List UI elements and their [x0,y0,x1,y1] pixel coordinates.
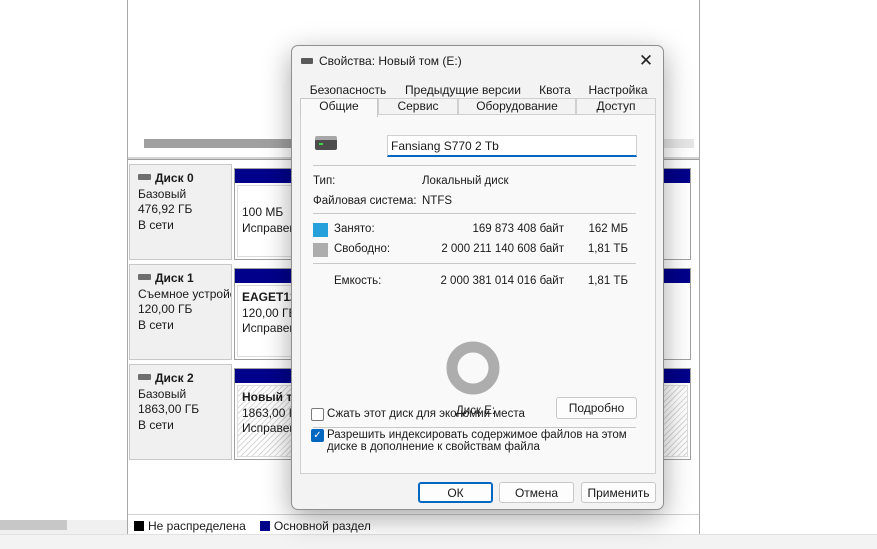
partition-type-bar [235,269,295,283]
partition-body: 100 МБ Исправен [237,185,293,257]
divider [313,213,636,214]
disk-icon [138,273,151,280]
tab-hardware[interactable]: Оборудование [458,98,576,115]
drive-icon [315,136,337,150]
partition-status: Исправен [242,421,293,435]
disk-size: 120,00 ГБ [138,302,193,316]
disk-label[interactable]: Диск 2 Базовый 1863,00 ГБ В сети [129,364,232,460]
scrollbar-thumb[interactable] [144,139,294,148]
details-button[interactable]: Подробно [556,397,637,419]
capacity-bytes: 2 000 381 014 016 байт [440,275,564,287]
tab-general[interactable]: Общие [300,98,378,117]
compress-label: Сжать этот диск для экономии места [327,408,525,420]
filesystem-label: Файловая система: [313,195,417,207]
index-label: Разрешить индексировать содержимое файло… [327,429,627,453]
ok-button[interactable]: ОК [418,482,493,503]
index-label-line1: Разрешить индексировать содержимое файло… [327,429,627,441]
partition-body: Новый том 1863,00 ГБ Исправен [237,385,293,457]
disk-type: Базовый [138,386,187,401]
compress-checkbox[interactable] [311,408,324,421]
index-option[interactable]: ✓ Разрешить индексировать содержимое фай… [311,429,627,453]
drive-icon [301,58,313,64]
tab-sharing[interactable]: Доступ [576,98,656,115]
disk-name: Диск 0 [155,171,194,185]
unallocated-swatch [134,521,144,531]
tab-tools[interactable]: Сервис [378,98,458,115]
disk-name: Диск 2 [155,371,194,385]
status-bar [0,534,877,549]
disk-type: Съемное устройство [138,286,231,301]
usage-donut-chart [446,341,500,395]
compress-option[interactable]: Сжать этот диск для экономии места [311,408,525,421]
partition-size: 120,00 ГБ [242,305,293,320]
used-space-swatch [313,223,328,237]
disk-size: 476,92 ГБ [138,202,193,216]
primary-swatch [259,521,270,531]
background-right-pane [700,0,877,534]
capacity-short: 1,81 ТБ [587,275,628,287]
legend-primary: Основной раздел [273,519,371,533]
partition-block[interactable]: 100 МБ Исправен [234,168,296,260]
divider [313,427,636,428]
legend-unallocated: Не распределена [148,519,246,533]
disk-label[interactable]: Диск 0 Базовый 476,92 ГБ В сети [129,164,232,260]
tab-quota[interactable]: Квота [530,82,580,98]
partition-status: Исправен [242,321,293,335]
partition-block[interactable]: EAGET128 120,00 ГБ Исправен [234,268,296,360]
free-short: 1,81 ТБ [587,243,628,255]
dialog-title: Свойства: Новый том (E:) [319,54,462,68]
disk-status: В сети [138,217,174,232]
partition-label: EAGET128 [242,290,292,304]
partition-label: Новый том [242,390,293,404]
index-label-line2: диске в дополнение к свойствам файла [327,441,540,453]
capacity-label: Емкость: [334,275,382,287]
partition-type-bar [235,169,295,183]
close-icon: ✕ [638,51,654,70]
left-pane-scrollbar[interactable] [0,520,67,530]
partition-body: EAGET128 120,00 ГБ Исправен [237,285,293,357]
disk-icon [138,373,151,380]
close-button[interactable]: ✕ [635,50,657,72]
disk-icon [138,173,151,180]
partition-size: 1863,00 ГБ [242,405,292,420]
tabs-row-top: Безопасность Предыдущие версии Квота Нас… [300,82,656,98]
donut-free-arc [446,341,500,395]
background-left-pane [0,0,127,520]
divider [313,165,636,166]
disk-type: Базовый [138,186,187,201]
type-label: Тип: [313,175,336,187]
used-label: Занято: [334,223,375,235]
divider [313,263,636,264]
partition-type-bar [235,369,295,383]
dialog-title-bar[interactable]: Свойства: Новый том (E:) ✕ [292,46,663,76]
free-label: Свободно: [334,243,391,255]
partition-status: Исправен [242,220,293,235]
used-bytes: 169 873 408 байт [472,223,564,235]
disk-status: В сети [138,417,174,432]
tab-previous-versions[interactable]: Предыдущие версии [396,82,530,98]
legend: Не распределена Основной раздел [128,514,699,534]
free-space-swatch [313,243,328,257]
tab-customize[interactable]: Настройка [580,82,656,98]
disk-size: 1863,00 ГБ [138,402,200,416]
disk-name: Диск 1 [155,271,194,285]
partition-block[interactable]: Новый том 1863,00 ГБ Исправен [234,368,296,460]
used-short: 162 МБ [588,223,628,235]
apply-button[interactable]: Применить [581,482,656,503]
free-bytes: 2 000 211 140 608 байт [441,243,564,255]
partition-size: 100 МБ [242,205,284,219]
disk-status: В сети [138,317,174,332]
type-value: Локальный диск [422,175,509,187]
cancel-button[interactable]: Отмена [499,482,574,503]
filesystem-value: NTFS [422,195,453,207]
tabs-row-bottom: Общие Сервис Оборудование Доступ [300,98,656,117]
volume-label-input[interactable] [387,135,637,157]
properties-dialog: Свойства: Новый том (E:) ✕ Безопасность … [291,45,664,510]
index-checkbox[interactable]: ✓ [311,429,324,442]
disk-label[interactable]: Диск 1 Съемное устройство 120,00 ГБ В се… [129,264,232,360]
tab-security[interactable]: Безопасность [300,82,396,98]
